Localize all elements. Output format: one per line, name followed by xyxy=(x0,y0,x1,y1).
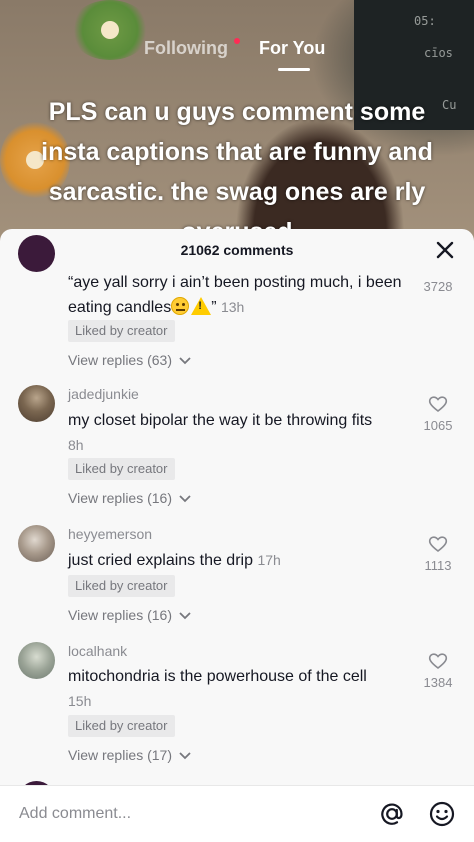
chevron-down-icon xyxy=(179,752,191,760)
comment-input-bar: Add comment... xyxy=(0,785,474,842)
comments-sheet: 21062 comments “aye yall sorry i ain’t b… xyxy=(0,229,474,842)
comment-text: mitochondria is the powerhouse of the ce… xyxy=(68,668,367,709)
comment-timestamp: 17h xyxy=(257,552,281,568)
view-replies-button[interactable]: View replies (16) xyxy=(68,490,192,506)
comment-username[interactable]: localhank xyxy=(68,643,127,659)
add-comment-input[interactable]: Add comment... xyxy=(19,805,131,823)
blackboard-text: 05: xyxy=(414,14,436,28)
heart-icon xyxy=(428,396,448,413)
like-count: 1384 xyxy=(423,675,453,690)
chevron-down-icon xyxy=(179,357,191,365)
like-column[interactable]: 1113 xyxy=(412,535,464,575)
like-column[interactable]: 1384 xyxy=(412,652,464,692)
chevron-down-icon xyxy=(179,495,191,503)
active-tab-indicator xyxy=(278,68,310,71)
comment-username[interactable]: heyyemerson xyxy=(68,526,152,542)
comment-timestamp: 15h xyxy=(68,693,92,709)
like-column[interactable]: 3728 xyxy=(412,278,464,296)
comment-timestamp: 8h xyxy=(68,437,84,453)
comment-text: “aye yall sorry i ain’t been posting muc… xyxy=(68,271,408,320)
liked-by-creator-badge: Liked by creator xyxy=(68,575,175,597)
avatar[interactable] xyxy=(18,525,55,562)
comment-text: my closet bipolar the way it be throwing… xyxy=(68,412,373,453)
like-column[interactable]: 1065 xyxy=(412,395,464,435)
grimacing-face-emoji xyxy=(171,297,190,315)
liked-by-creator-badge: Liked by creator xyxy=(68,715,175,737)
heart-icon xyxy=(428,536,448,553)
avatar[interactable] xyxy=(18,235,55,272)
comments-header: 21062 comments xyxy=(0,229,474,271)
close-icon[interactable] xyxy=(434,239,456,261)
view-replies-button[interactable]: View replies (63) xyxy=(68,352,192,368)
comment-timestamp: 13h xyxy=(220,299,245,315)
comments-count-title: 21062 comments xyxy=(180,242,294,258)
warning-emoji xyxy=(191,297,212,315)
feed-tabs: Following For You xyxy=(0,38,474,71)
tab-for-you[interactable]: For You xyxy=(259,38,325,59)
like-count: 1113 xyxy=(424,558,452,573)
view-replies-button[interactable]: View replies (16) xyxy=(68,607,192,623)
liked-by-creator-badge: Liked by creator xyxy=(68,458,175,480)
video-caption-overlay: PLS can u guys comment some insta captio… xyxy=(41,98,433,246)
avatar[interactable] xyxy=(18,385,55,422)
comment-text: just cried explains the drip 17h xyxy=(68,552,281,569)
heart-icon xyxy=(428,653,448,670)
liked-by-creator-badge: Liked by creator xyxy=(68,320,175,342)
tab-following[interactable]: Following xyxy=(144,38,228,59)
smiley-icon[interactable] xyxy=(428,800,456,828)
view-replies-button[interactable]: View replies (17) xyxy=(68,747,192,763)
at-sign-icon[interactable] xyxy=(378,800,406,828)
blackboard-text: Cu xyxy=(442,98,457,112)
comment-username[interactable]: jadedjunkie xyxy=(68,386,139,402)
chevron-down-icon xyxy=(179,612,191,620)
following-notification-dot xyxy=(234,38,240,44)
like-count: 3728 xyxy=(423,279,453,294)
avatar[interactable] xyxy=(18,642,55,679)
like-count: 1065 xyxy=(423,418,453,433)
